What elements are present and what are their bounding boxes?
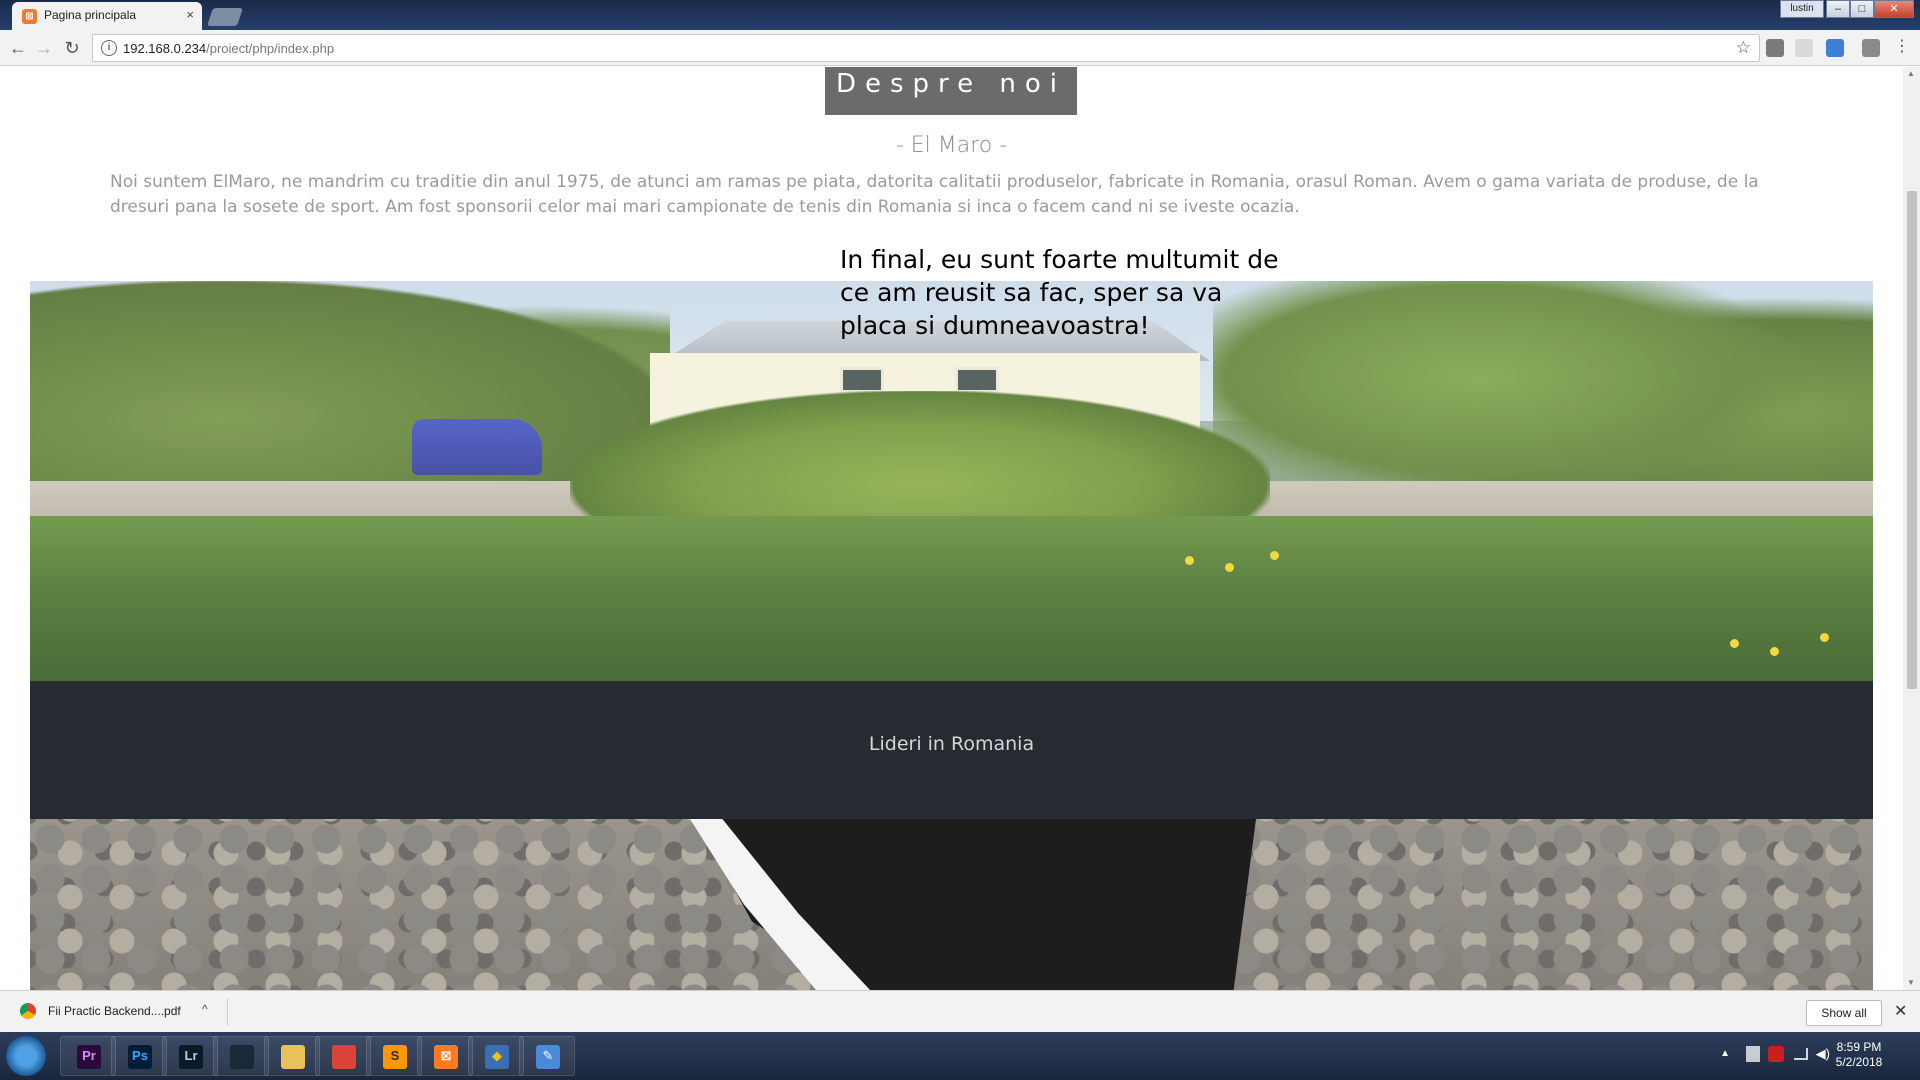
extension-icon[interactable] [1766, 39, 1784, 57]
premiere-app-icon: Pr [77, 1045, 101, 1069]
start-button[interactable] [6, 1036, 46, 1076]
premiere-app-button[interactable]: Pr [60, 1036, 116, 1076]
steam-app-icon [230, 1045, 254, 1069]
browser-menu-icon[interactable]: ⋮ [1894, 38, 1910, 56]
xampp-app-icon: ⊠ [434, 1045, 458, 1069]
download-file-name: Fii Practic Backend....pdf [48, 1004, 181, 1018]
scrollbar-thumb[interactable] [1907, 191, 1917, 689]
reload-button[interactable]: ↻ [60, 36, 84, 60]
site-info-icon[interactable]: i [101, 40, 117, 56]
page-scrollbar[interactable]: ▲ ▼ [1903, 67, 1920, 990]
windows-taskbar: Pr Ps Lr S ⊠ ◆ ✎ ▲ ◀) 8:59 PM 5/2/2018 [0, 1032, 1920, 1080]
bookmark-star-icon[interactable]: ☆ [1736, 38, 1751, 58]
xampp-app-button[interactable]: ⊠ [417, 1036, 473, 1076]
paint-app-icon: ✎ [536, 1045, 560, 1069]
download-item[interactable]: Fii Practic Backend....pdf ^ [14, 998, 228, 1026]
tab-title: Pagina principala [44, 8, 137, 22]
page-viewport: Despre noi - El Maro - Noi suntem ElMaro… [0, 67, 1903, 990]
lightroom-app-icon: Lr [179, 1045, 203, 1069]
new-tab-button[interactable] [207, 8, 243, 26]
explorer-app-button[interactable] [264, 1036, 320, 1076]
lightroom-app-button[interactable]: Lr [162, 1036, 218, 1076]
clock-time: 8:59 PM [1836, 1040, 1882, 1054]
about-paragraph: Noi suntem ElMaro, ne mandrim cu traditi… [110, 172, 1759, 217]
flag-icon[interactable] [1746, 1046, 1760, 1062]
closing-caption: In final, eu sunt foarte multumit de ce … [840, 245, 1279, 340]
scroll-up-icon[interactable]: ▲ [1907, 69, 1915, 78]
url-path: /proiect/php/index.php [206, 41, 335, 56]
chevron-up-icon[interactable]: ^ [202, 1002, 208, 1016]
browser-toolbar: ← → ↻ i 192.168.0.234/proiect/php/index.… [0, 30, 1920, 66]
network-icon[interactable] [1794, 1048, 1808, 1060]
xampp-favicon-icon: ⊠ [22, 9, 37, 24]
tray-expand-icon[interactable]: ▲ [1720, 1048, 1730, 1059]
tab-strip: ⊠ Pagina principala × lustin – □ ✕ [0, 0, 1920, 30]
window-controls: lustin – □ ✕ [1780, 0, 1914, 18]
forward-button[interactable]: → [32, 36, 56, 60]
show-all-button[interactable]: Show all [1806, 1000, 1882, 1026]
url-host: 192.168.0.234 [123, 41, 207, 56]
extension-icon[interactable] [1862, 39, 1880, 57]
photoshop-app-button[interactable]: Ps [111, 1036, 167, 1076]
extension-icon[interactable] [1826, 39, 1844, 57]
chrome-app-button[interactable] [315, 1036, 371, 1076]
maximize-button[interactable]: □ [1850, 0, 1874, 18]
brand-subtitle: - El Maro - [895, 133, 1008, 158]
profile-button[interactable]: lustin [1780, 0, 1824, 18]
paint-app-button[interactable]: ✎ [519, 1036, 575, 1076]
sublime-app-icon: S [383, 1045, 407, 1069]
close-window-button[interactable]: ✕ [1874, 0, 1914, 18]
band-text: Lideri in Romania [868, 733, 1035, 755]
gravel-image [30, 819, 1873, 990]
chrome-app-icon [332, 1045, 356, 1069]
tab-close-icon[interactable]: × [186, 7, 194, 22]
section-title: Despre noi [825, 67, 1077, 115]
screen: ⊠ Pagina principala × lustin – □ ✕ ← → ↻… [0, 0, 1920, 1080]
extension-icon[interactable] [1795, 39, 1813, 57]
download-bar: Fii Practic Backend....pdf ^ Show all ✕ [0, 990, 1920, 1032]
sublime-app-button[interactable]: S [366, 1036, 422, 1076]
chrome-file-icon [20, 1003, 36, 1019]
address-bar[interactable]: i 192.168.0.234/proiect/php/index.php ☆ [92, 34, 1760, 62]
unity-app-button[interactable]: ◆ [468, 1036, 524, 1076]
photoshop-app-icon: Ps [128, 1045, 152, 1069]
dark-band: Lideri in Romania [30, 681, 1873, 819]
back-button[interactable]: ← [6, 36, 30, 60]
tray-app-icon[interactable] [1768, 1046, 1784, 1062]
close-download-bar-icon[interactable]: ✕ [1894, 1001, 1907, 1021]
minimize-button[interactable]: – [1826, 0, 1850, 18]
explorer-app-icon [281, 1045, 305, 1069]
browser-tab[interactable]: ⊠ Pagina principala × [12, 2, 202, 30]
steam-app-button[interactable] [213, 1036, 269, 1076]
system-clock[interactable]: 8:59 PM 5/2/2018 [1824, 1040, 1894, 1070]
clock-date: 5/2/2018 [1835, 1055, 1883, 1069]
unity-app-icon: ◆ [485, 1045, 509, 1069]
scroll-down-icon[interactable]: ▼ [1907, 978, 1915, 987]
url-text: 192.168.0.234/proiect/php/index.php [123, 41, 334, 56]
